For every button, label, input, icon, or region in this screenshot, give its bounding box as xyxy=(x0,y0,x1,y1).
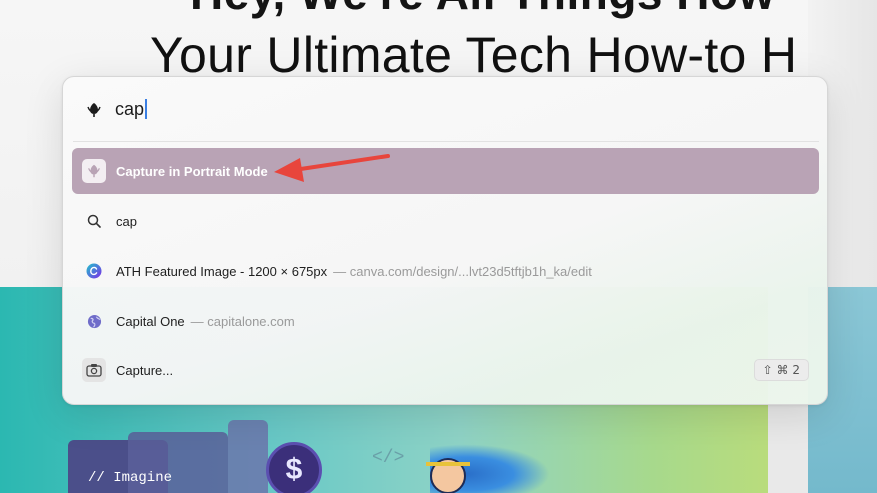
page-heading: Hey, We're All Things How xyxy=(190,0,775,20)
command-palette: cap Capture in Portrait Mode cap ATH Fea… xyxy=(62,76,828,405)
search-input[interactable]: cap xyxy=(115,99,148,120)
search-row[interactable]: cap xyxy=(63,77,827,141)
result-label: cap xyxy=(116,213,137,229)
tulip-icon xyxy=(82,159,106,183)
keyboard-shortcut-badge: ⇧ ⌘ 2 xyxy=(753,359,809,381)
result-label: Capital One xyxy=(116,313,185,329)
camera-icon xyxy=(82,358,106,382)
illustration-card xyxy=(228,420,268,493)
result-label: Capture in Portrait Mode xyxy=(116,163,268,179)
globe-icon xyxy=(82,309,106,333)
text-caret xyxy=(145,99,148,119)
canva-icon xyxy=(82,259,106,283)
dollar-coin-icon: $ xyxy=(266,442,322,493)
tulip-icon xyxy=(85,101,103,119)
illustration-glasses xyxy=(426,462,470,472)
result-ath-featured[interactable]: ATH Featured Image - 1200 × 675px — canv… xyxy=(72,248,819,294)
result-url: — canva.com/design/...lvt23d5tftjb1h_ka/… xyxy=(333,263,592,279)
result-capital-one[interactable]: Capital One — capitalone.com xyxy=(72,298,819,344)
result-url: — capitalone.com xyxy=(190,313,295,329)
result-label: ATH Featured Image - 1200 × 675px xyxy=(116,263,328,279)
annotation-arrow-icon xyxy=(274,154,390,182)
code-icon: </> xyxy=(372,448,405,468)
result-capture[interactable]: Capture... ⇧ ⌘ 2 xyxy=(72,347,819,393)
search-divider xyxy=(73,141,819,142)
result-search-cap[interactable]: cap xyxy=(72,198,819,244)
illustration-text: // Imagine xyxy=(88,470,173,486)
search-query: cap xyxy=(115,99,145,119)
magnifier-icon xyxy=(82,209,106,233)
result-label: Capture... xyxy=(116,362,174,378)
result-capture-portrait[interactable]: Capture in Portrait Mode xyxy=(72,148,819,194)
